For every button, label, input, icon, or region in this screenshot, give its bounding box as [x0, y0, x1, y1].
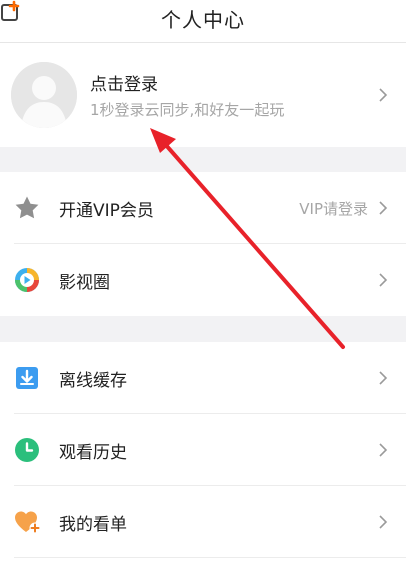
personal-center-screen: 个人中心 点击登录 1秒登录云同步,和好友一起玩 开通VIP会员 VIP请登录: [0, 0, 406, 577]
chevron-right-icon: [378, 200, 388, 216]
login-subtitle: 1秒登录云同步,和好友一起玩: [90, 101, 285, 119]
chevron-right-icon: [378, 87, 388, 103]
avatar[interactable]: [11, 62, 77, 128]
row-divider: [14, 557, 406, 558]
page-title: 个人中心: [161, 8, 245, 32]
section-gap: [0, 316, 406, 342]
heart-plus-icon: [14, 509, 41, 535]
chevron-right-icon: [378, 442, 388, 458]
chevron-right-icon: [378, 370, 388, 386]
profile-login-row[interactable]: 点击登录 1秒登录云同步,和好友一起玩: [0, 43, 406, 147]
menu-item-label: 开通VIP会员: [59, 201, 154, 221]
chevron-right-icon: [378, 514, 388, 530]
section-gap: [0, 147, 406, 172]
menu-item-my-watchlist[interactable]: 我的看单: [0, 486, 406, 558]
menu-item-label: 影视圈: [59, 273, 110, 293]
play-circle-icon: [14, 267, 40, 293]
menu-item-label: 离线缓存: [59, 371, 127, 391]
download-icon: [14, 365, 40, 391]
vip-login-hint: VIP请登录: [299, 200, 368, 218]
menu-item-offline-cache[interactable]: 离线缓存: [0, 342, 406, 414]
top-bar: 个人中心: [0, 0, 406, 42]
chevron-right-icon: [378, 272, 388, 288]
menu-item-vip[interactable]: 开通VIP会员 VIP请登录: [0, 172, 406, 244]
menu-item-label: 观看历史: [59, 443, 127, 463]
star-icon: [14, 195, 40, 221]
login-prompt: 点击登录: [90, 75, 158, 95]
menu-item-watch-history[interactable]: 观看历史: [0, 414, 406, 486]
menu-item-label: 我的看单: [59, 515, 127, 535]
clock-icon: [14, 437, 40, 463]
menu-item-video-circle[interactable]: 影视圈: [0, 244, 406, 316]
